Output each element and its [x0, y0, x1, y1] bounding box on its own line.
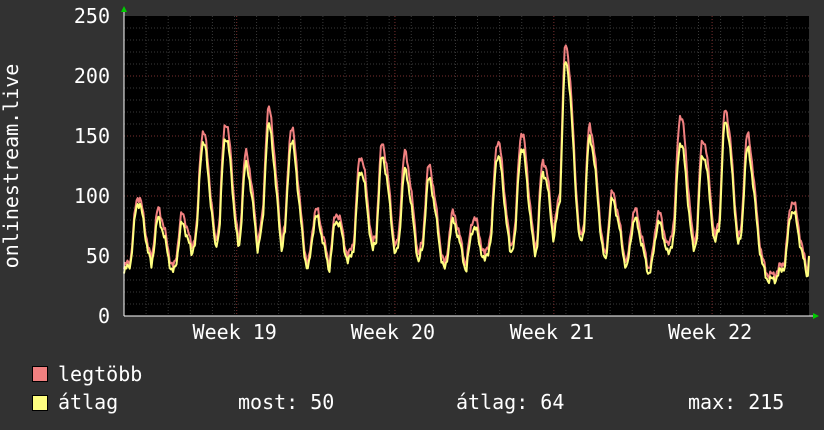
x-axis-ticks: Week 19 Week 20 Week 21 Week 22 — [193, 320, 753, 344]
x-tick-label: Week 19 — [193, 320, 277, 344]
y-tick-label: 200 — [74, 64, 110, 88]
y-axis-ticks: 0 50 100 150 200 250 — [74, 4, 110, 328]
legend-swatch-atlag — [32, 395, 48, 411]
y-tick-label: 150 — [74, 124, 110, 148]
x-tick-label: Week 22 — [668, 320, 752, 344]
y-tick-label: 0 — [98, 304, 110, 328]
legend-label-legtobb: legtöbb — [58, 362, 143, 386]
legend-label-atlag: átlag — [58, 390, 119, 414]
stat-average: átlag: 64 — [456, 390, 565, 414]
y-tick-label: 100 — [74, 184, 110, 208]
y-axis-label: onlinestream.live — [0, 64, 23, 269]
x-tick-label: Week 20 — [351, 320, 435, 344]
y-tick-label: 250 — [74, 4, 110, 28]
x-axis-arrow — [813, 313, 819, 319]
graph-panel: 0 50 100 150 200 250 Week 19 Week 20 Week 21 Wee… — [0, 0, 824, 430]
x-tick-label: Week 21 — [510, 320, 594, 344]
legend-swatch-legtobb — [32, 366, 48, 382]
stat-max: max: 215 — [688, 390, 785, 414]
y-tick-label: 50 — [86, 244, 110, 268]
y-axis-arrow — [121, 6, 127, 12]
stat-current: most: 50 — [238, 390, 335, 414]
